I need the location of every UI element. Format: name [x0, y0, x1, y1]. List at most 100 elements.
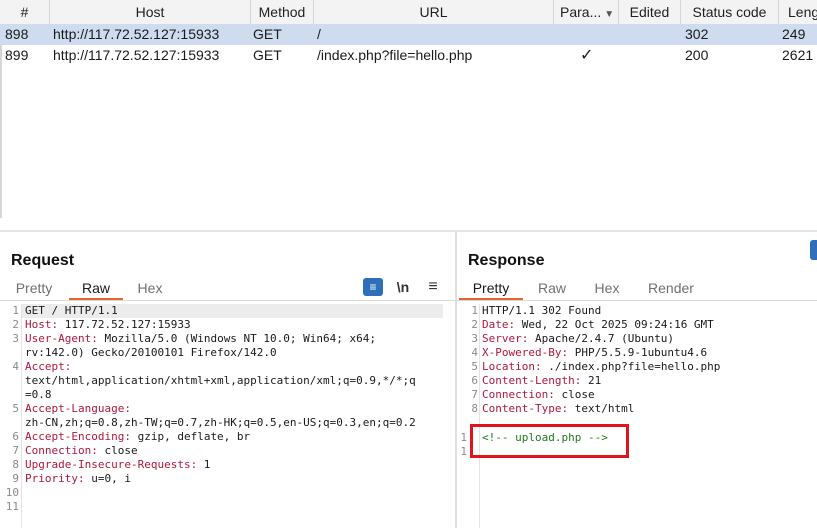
- tabs-underline: [457, 300, 817, 301]
- tab-render[interactable]: Render: [646, 278, 696, 299]
- header-value: text/html: [568, 402, 635, 415]
- inspector-side-tab[interactable]: [810, 240, 817, 260]
- code-line: Accept-Language:: [25, 402, 131, 415]
- table-row[interactable]: 898 http://117.72.52.127:15933 GET / 302…: [0, 24, 817, 45]
- request-panel: Request Pretty Raw Hex ≡ \n ≡ 1 GET / HT…: [0, 232, 455, 528]
- tab-pretty[interactable]: Pretty: [459, 278, 523, 300]
- response-title: Response: [468, 252, 545, 269]
- header-value: u=0, i: [84, 472, 131, 485]
- cell-url: /index.php?file=hello.php: [317, 47, 473, 63]
- header-key: X-Powered-By:: [482, 346, 569, 359]
- code-line-wrapped: =0.8: [25, 388, 52, 401]
- code-line: Accept:: [25, 360, 71, 373]
- header-key: Content-Type:: [482, 402, 569, 415]
- line-number: 7: [12, 444, 19, 457]
- cell-method: GET: [253, 47, 282, 63]
- line-number: 6: [471, 374, 478, 387]
- tab-raw[interactable]: Raw: [69, 278, 123, 300]
- show-newlines-icon[interactable]: \n: [393, 278, 413, 296]
- request-tabs: Pretty Raw Hex: [0, 278, 455, 300]
- red-annotation-box: [470, 424, 629, 458]
- header-key: Accept-Encoding:: [25, 430, 131, 443]
- line-number: 1: [12, 304, 19, 317]
- code-line: Content-Length: 21: [482, 374, 601, 387]
- tab-raw[interactable]: Raw: [535, 278, 569, 299]
- tab-hex[interactable]: Hex: [592, 278, 622, 299]
- word-wrap-toggle-icon[interactable]: ≡: [363, 278, 383, 296]
- column-header-length[interactable]: Leng: [779, 0, 817, 24]
- header-key: Server:: [482, 332, 529, 345]
- code-line: Content-Type: text/html: [482, 402, 634, 415]
- header-key: Date:: [482, 318, 516, 331]
- cell-host: http://117.72.52.127:15933: [53, 47, 220, 63]
- line-number: 2: [12, 318, 19, 331]
- line-number: 4: [471, 346, 478, 359]
- header-value: close: [97, 444, 138, 457]
- line-number: 2: [471, 318, 478, 331]
- column-header-number[interactable]: #: [0, 0, 50, 24]
- table-row[interactable]: 899 http://117.72.52.127:15933 GET /inde…: [0, 45, 817, 66]
- cell-url: /: [317, 26, 321, 42]
- code-line-wrapped: rv:142.0) Gecko/20100101 Firefox/142.0: [25, 346, 277, 359]
- header-value: Apache/2.4.7 (Ubuntu): [528, 332, 675, 345]
- cell-length: 2621: [782, 47, 814, 63]
- header-value: Mozilla/5.0 (Windows NT 10.0; Win64; x64…: [97, 332, 377, 345]
- header-value: 1: [197, 458, 211, 471]
- line-number: 1: [460, 431, 467, 444]
- header-key: Host:: [25, 318, 59, 331]
- header-value: 21: [581, 374, 602, 387]
- proxy-history-table: # Host Method URL Para... ▼ Edited Status…: [0, 0, 817, 231]
- column-header-params-label: Para...: [560, 4, 602, 20]
- column-header-method[interactable]: Method: [251, 0, 314, 24]
- line-number: 3: [471, 332, 478, 345]
- header-value: Wed, 22 Oct 2025 09:24:16 GMT: [515, 318, 714, 331]
- code-line: Date: Wed, 22 Oct 2025 09:24:16 GMT: [482, 318, 714, 331]
- code-line-wrapped: zh-CN,zh;q=0.8,zh-TW;q=0.7,zh-HK;q=0.5,e…: [25, 416, 416, 429]
- gutter-separator: [479, 304, 480, 528]
- code-line: Server: Apache/2.4.7 (Ubuntu): [482, 332, 674, 345]
- header-value: close: [554, 388, 595, 401]
- sort-desc-icon: ▼: [604, 9, 615, 20]
- tabs-underline: [0, 300, 455, 301]
- header-value: gzip, deflate, br: [130, 430, 251, 443]
- gutter-separator: [21, 304, 22, 528]
- header-key: Priority:: [25, 472, 85, 485]
- cell-number: 898: [5, 26, 29, 42]
- column-header-url[interactable]: URL: [314, 0, 554, 24]
- cell-length: 249: [782, 26, 806, 42]
- line-number: 4: [12, 360, 19, 373]
- code-line-wrapped: text/html,application/xhtml+xml,applicat…: [25, 374, 416, 387]
- line-number: 5: [12, 402, 19, 415]
- cell-host: http://117.72.52.127:15933: [53, 26, 220, 42]
- code-line: Connection: close: [25, 444, 138, 457]
- response-tabs: Pretty Raw Hex Render: [457, 278, 817, 300]
- tab-pretty[interactable]: Pretty: [11, 278, 57, 299]
- line-number: 3: [12, 332, 19, 345]
- header-value: PHP/5.5.9-1ubuntu4.6: [568, 346, 708, 359]
- line-number: 8: [471, 402, 478, 415]
- code-line: User-Agent: Mozilla/5.0 (Windows NT 10.0…: [25, 332, 376, 345]
- cell-status-code: 200: [685, 47, 709, 63]
- menu-icon[interactable]: ≡: [424, 278, 442, 296]
- cell-status-code: 302: [685, 26, 709, 42]
- column-header-params[interactable]: Para... ▼: [554, 0, 619, 24]
- code-line: Upgrade-Insecure-Requests: 1: [25, 458, 210, 471]
- header-value: ./index.php?file=hello.php: [541, 360, 721, 373]
- header-key: Upgrade-Insecure-Requests:: [25, 458, 198, 471]
- line-number: 9: [12, 472, 19, 485]
- code-line: Location: ./index.php?file=hello.php: [482, 360, 720, 373]
- code-line: GET / HTTP/1.1: [25, 304, 118, 317]
- header-key: Accept:: [25, 360, 72, 373]
- cell-number: 899: [5, 47, 29, 63]
- tab-hex[interactable]: Hex: [132, 278, 168, 299]
- header-key: Connection:: [25, 444, 98, 457]
- request-title: Request: [11, 252, 75, 269]
- column-header-host[interactable]: Host: [50, 0, 251, 24]
- response-panel: Response Pretty Raw Hex Render 1 HTTP/1.…: [457, 232, 817, 528]
- code-line: X-Powered-By: PHP/5.5.9-1ubuntu4.6: [482, 346, 707, 359]
- line-number: 8: [12, 458, 19, 471]
- code-line: Priority: u=0, i: [25, 472, 131, 485]
- column-header-edited[interactable]: Edited: [619, 0, 681, 24]
- line-number: 11: [5, 500, 19, 513]
- column-header-status-code[interactable]: Status code: [681, 0, 779, 24]
